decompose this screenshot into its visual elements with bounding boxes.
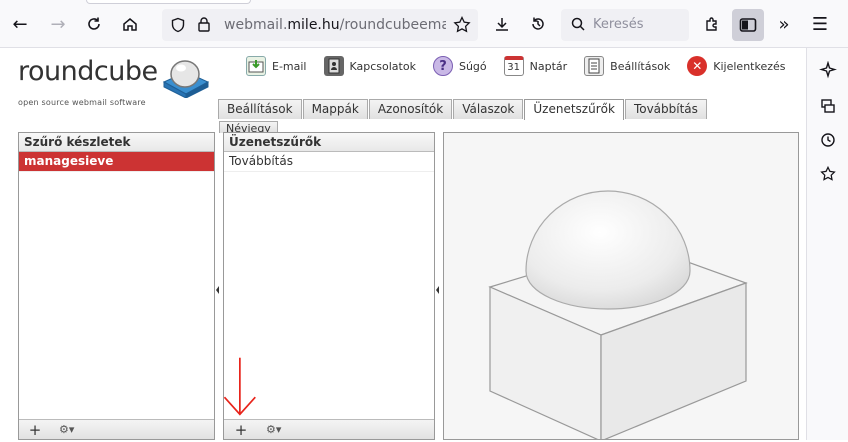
filter-edit-frame bbox=[443, 132, 799, 442]
taskbar-label: Kapcsolatok bbox=[349, 59, 416, 73]
lock-icon[interactable] bbox=[197, 16, 211, 35]
taskbar-label: E-mail bbox=[272, 59, 307, 73]
taskbar-settings[interactable]: Beállítások bbox=[584, 54, 670, 78]
taskbar-help[interactable]: ? Súgó bbox=[432, 54, 487, 78]
overflow-chevron-icon[interactable]: » bbox=[772, 12, 796, 36]
add-filter-button[interactable]: + bbox=[233, 421, 249, 439]
roundcube-logo[interactable]: roundcube open source webmail software bbox=[18, 58, 210, 107]
addressbook-icon bbox=[323, 56, 344, 76]
search-placeholder: Keresés bbox=[593, 17, 644, 32]
roundcube-watermark-image bbox=[488, 190, 748, 442]
mail-icon bbox=[246, 56, 266, 76]
roundcube-app: roundcube open source webmail software E… bbox=[0, 48, 806, 442]
tab-filters[interactable]: Üzenetszűrők bbox=[524, 99, 624, 120]
tab-forwarding[interactable]: Továbbítás bbox=[624, 99, 707, 119]
roundcube-cube-icon bbox=[162, 60, 209, 98]
settings-icon bbox=[584, 56, 605, 76]
taskbar-email[interactable]: E-mail bbox=[246, 54, 307, 78]
tab-responses[interactable]: Válaszok bbox=[453, 99, 524, 119]
browser-search-field[interactable]: Keresés bbox=[561, 9, 689, 41]
taskbar-label: Súgó bbox=[458, 59, 487, 73]
filtersets-panel: Szűrő készletek managesieve + ⚙▾ bbox=[18, 132, 215, 440]
bookmark-star-icon[interactable] bbox=[453, 15, 471, 37]
shield-icon[interactable] bbox=[170, 17, 186, 36]
tab-identities[interactable]: Azonosítók bbox=[368, 99, 453, 119]
browser-tab[interactable] bbox=[86, 0, 251, 4]
forward-icon[interactable]: → bbox=[46, 12, 70, 36]
tab-folders[interactable]: Mappák bbox=[302, 99, 368, 119]
hamburger-menu-icon[interactable]: ☰ bbox=[808, 12, 832, 36]
browser-toolbar: ← → webmail.mile.hu/roundcubeemail/?_ta … bbox=[0, 0, 848, 48]
clock-icon[interactable] bbox=[816, 128, 840, 152]
download-icon[interactable] bbox=[490, 12, 514, 36]
history-icon[interactable] bbox=[526, 12, 550, 36]
splitter-handle-1[interactable] bbox=[216, 283, 220, 294]
url-text[interactable]: webmail.mile.hu/roundcubeemail/?_ta bbox=[224, 17, 446, 33]
taskbar-logout[interactable]: ✕ Kijelentkezés bbox=[687, 54, 786, 78]
filter-actions-gear-icon[interactable]: ⚙▾ bbox=[266, 423, 281, 436]
extensions-icon[interactable] bbox=[700, 12, 724, 36]
search-icon bbox=[571, 17, 585, 34]
taskbar-label: Kijelentkezés bbox=[713, 59, 786, 73]
logo-text: roundcube bbox=[18, 56, 158, 87]
taskbar: E-mail Kapcsolatok ? Súgó 31 Naptár Beál… bbox=[246, 54, 803, 78]
calendar-icon: 31 bbox=[503, 56, 524, 76]
help-icon: ? bbox=[432, 56, 453, 76]
logout-icon: ✕ bbox=[687, 56, 708, 76]
taskbar-label: Naptár bbox=[529, 59, 568, 73]
filtersets-footer: + ⚙▾ bbox=[19, 419, 214, 439]
url-bar[interactable]: webmail.mile.hu/roundcubeemail/?_ta bbox=[162, 9, 478, 41]
logo-subtitle: open source webmail software bbox=[18, 98, 146, 107]
ai-sparkle-icon[interactable] bbox=[816, 58, 840, 82]
tab-preferences[interactable]: Beállítások bbox=[218, 99, 302, 119]
add-filterset-button[interactable]: + bbox=[27, 421, 43, 439]
filter-row[interactable]: Továbbítás bbox=[224, 152, 434, 172]
home-icon[interactable] bbox=[118, 12, 142, 36]
browser-sidebar bbox=[806, 48, 848, 440]
bookmarks-star-icon[interactable] bbox=[816, 162, 840, 186]
annotation-arrow-icon bbox=[223, 357, 256, 416]
filtersets-header: Szűrő készletek bbox=[19, 133, 214, 152]
splitter-handle-2[interactable] bbox=[436, 283, 440, 294]
taskbar-calendar[interactable]: 31 Naptár bbox=[503, 54, 568, 78]
synced-tabs-icon[interactable] bbox=[816, 94, 840, 118]
taskbar-label: Beállítások bbox=[610, 59, 671, 73]
filters-header: Üzenetszűrők bbox=[224, 133, 434, 152]
reload-icon[interactable] bbox=[82, 12, 106, 36]
back-icon[interactable]: ← bbox=[8, 12, 32, 36]
sidebar-toggle-icon[interactable] bbox=[732, 9, 764, 41]
settings-tabs: Beállítások Mappák Azonosítók Válaszok Ü… bbox=[218, 99, 708, 120]
filterset-actions-gear-icon[interactable]: ⚙▾ bbox=[59, 423, 74, 436]
filters-footer: + ⚙▾ bbox=[224, 419, 434, 439]
filterset-row[interactable]: managesieve bbox=[19, 152, 214, 172]
taskbar-contacts[interactable]: Kapcsolatok bbox=[323, 54, 416, 78]
